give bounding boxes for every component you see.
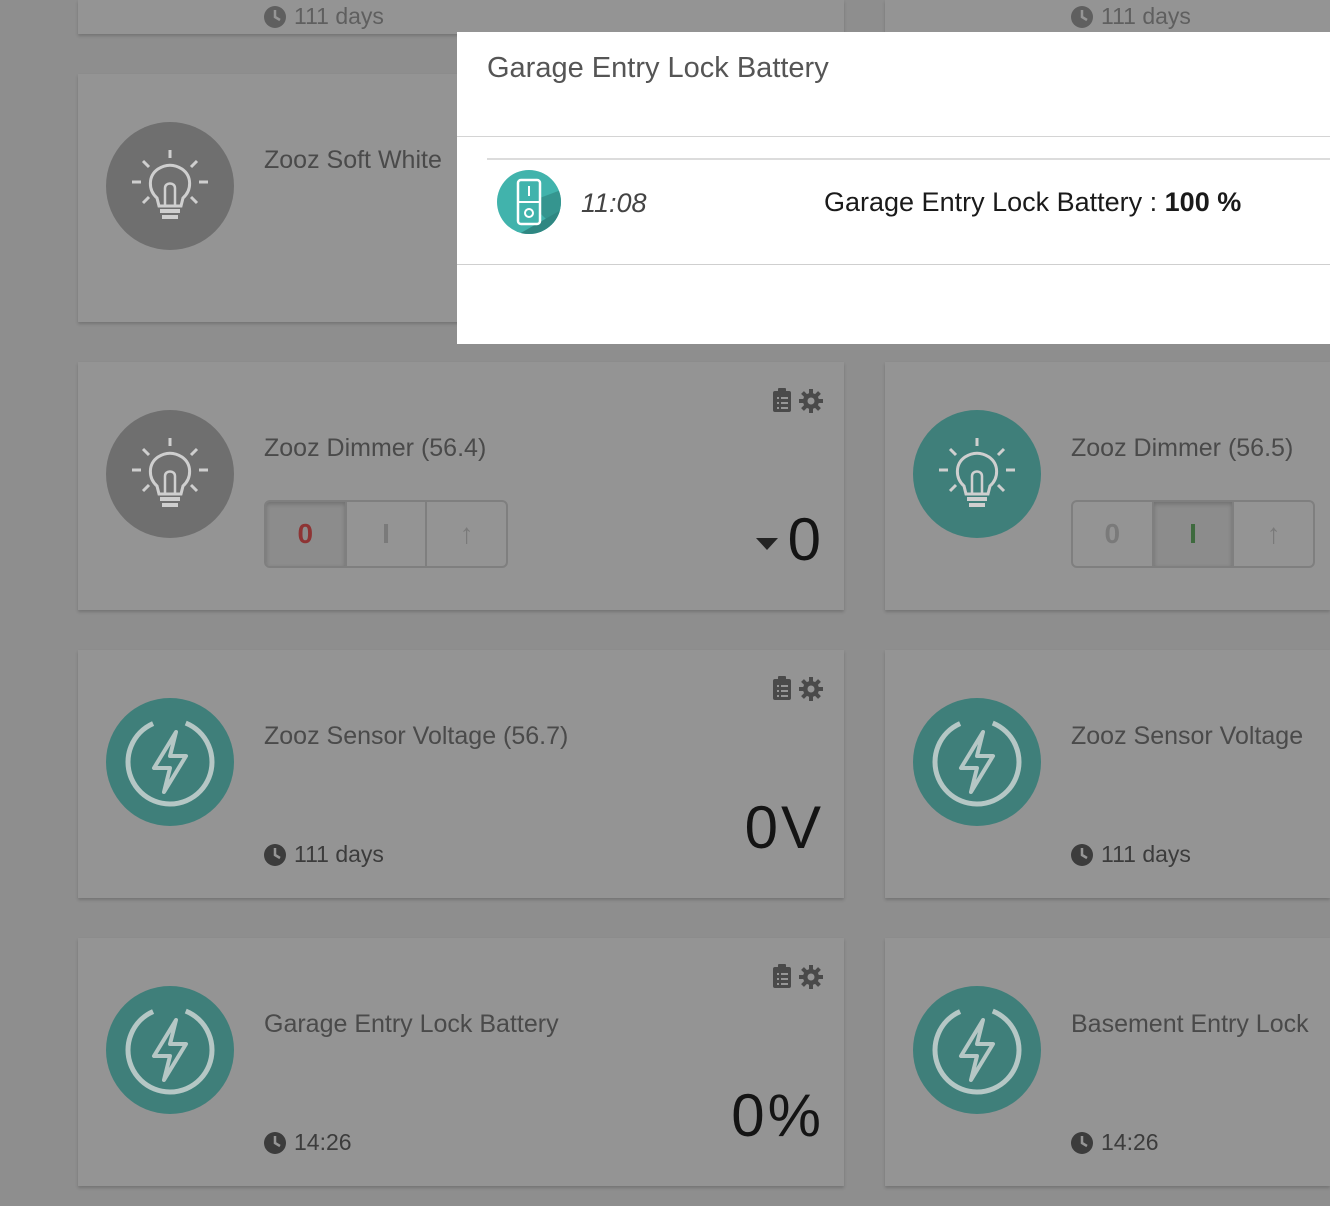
device-card-basement-entry-lock[interactable]: Basement Entry Lock 14:26 [885,938,1330,1186]
device-card-garage-entry-lock-battery[interactable]: Garage Entry Lock Battery 14:26 0% [78,938,844,1186]
switch-off-button[interactable]: 0 [1073,502,1154,566]
modal-divider [457,264,1330,265]
card-tools [772,388,824,414]
modal-divider [487,158,1330,160]
switch-icon [497,170,561,234]
switch-off-button[interactable]: 0 [266,502,347,566]
card-top-left: 111 days [78,0,844,34]
gear-icon[interactable] [798,388,824,414]
device-avatar [106,122,234,250]
bolt-icon [120,1000,220,1100]
switch-up-button[interactable]: ↑ [1234,502,1313,566]
device-title: Zooz Sensor Voltage (56.7) [264,722,569,750]
modal-divider [457,136,1330,137]
device-avatar [106,986,234,1114]
device-card-zooz-dimmer-56-5[interactable]: Zooz Dimmer (56.5) 0 I ↑ [885,362,1330,610]
device-title: Garage Entry Lock Battery [264,1010,559,1038]
bolt-icon [120,712,220,812]
clock-icon [264,843,286,866]
bolt-icon [927,712,1027,812]
device-card-zooz-sensor-voltage[interactable]: Zooz Sensor Voltage 111 days [885,650,1330,898]
bolt-icon [927,1000,1027,1100]
device-card-zooz-sensor-voltage-56-7[interactable]: Zooz Sensor Voltage (56.7) 111 days 0V [78,650,844,898]
switch-on-button[interactable]: I [347,502,428,566]
last-update: 14:26 [264,1129,352,1156]
device-card-zooz-dimmer-56-4[interactable]: Zooz Dimmer (56.4) 0 I ↑ 0 [78,362,844,610]
card-top-right: 111 days [885,0,1330,34]
device-title: Zooz Sensor Voltage [1071,722,1304,750]
card-top-left-footer: 111 days [264,3,384,30]
device-avatar [106,410,234,538]
device-title: Zooz Soft White [264,146,442,174]
lightbulb-icon [130,436,210,509]
log-time: 11:08 [581,188,647,218]
clock-icon [1071,5,1093,28]
switch-on-button[interactable]: I [1153,502,1235,566]
clock-icon [264,5,286,28]
switch-control: 0 I ↑ [1071,500,1315,568]
device-value: 0% [731,1082,824,1149]
device-avatar [913,986,1041,1114]
clipboard-icon[interactable] [772,964,792,990]
device-avatar [106,698,234,826]
last-update: 14:26 [1071,1129,1159,1156]
card-top-right-footer: 111 days [1071,3,1191,30]
clock-icon [1071,843,1093,866]
device-avatar [913,698,1041,826]
card-tools [772,964,824,990]
device-avatar [913,410,1041,538]
lightbulb-icon [130,148,210,221]
clipboard-icon[interactable] [772,388,792,414]
switch-control: 0 I ↑ [264,500,508,568]
history-modal: Garage Entry Lock Battery 11:08 Garage E… [457,32,1330,344]
clipboard-icon[interactable] [772,676,792,702]
card-tools [772,676,824,702]
device-value: 0V [744,794,824,861]
switch-up-button[interactable]: ↑ [427,502,506,566]
gear-icon[interactable] [798,676,824,702]
last-update: 111 days [264,841,384,868]
last-update: 111 days [1071,841,1191,868]
device-title: Zooz Dimmer (56.4) [264,434,487,462]
gear-icon[interactable] [798,964,824,990]
log-entry: Garage Entry Lock Battery : 100 % [824,187,1242,217]
modal-title: Garage Entry Lock Battery [487,52,829,84]
clock-icon [1071,1131,1093,1154]
lightbulb-icon [937,436,1017,509]
caret-down-icon[interactable] [755,538,778,551]
device-title: Zooz Dimmer (56.5) [1071,434,1294,462]
device-title: Basement Entry Lock [1071,1010,1309,1038]
clock-icon [264,1131,286,1154]
device-value: 0 [755,505,824,574]
